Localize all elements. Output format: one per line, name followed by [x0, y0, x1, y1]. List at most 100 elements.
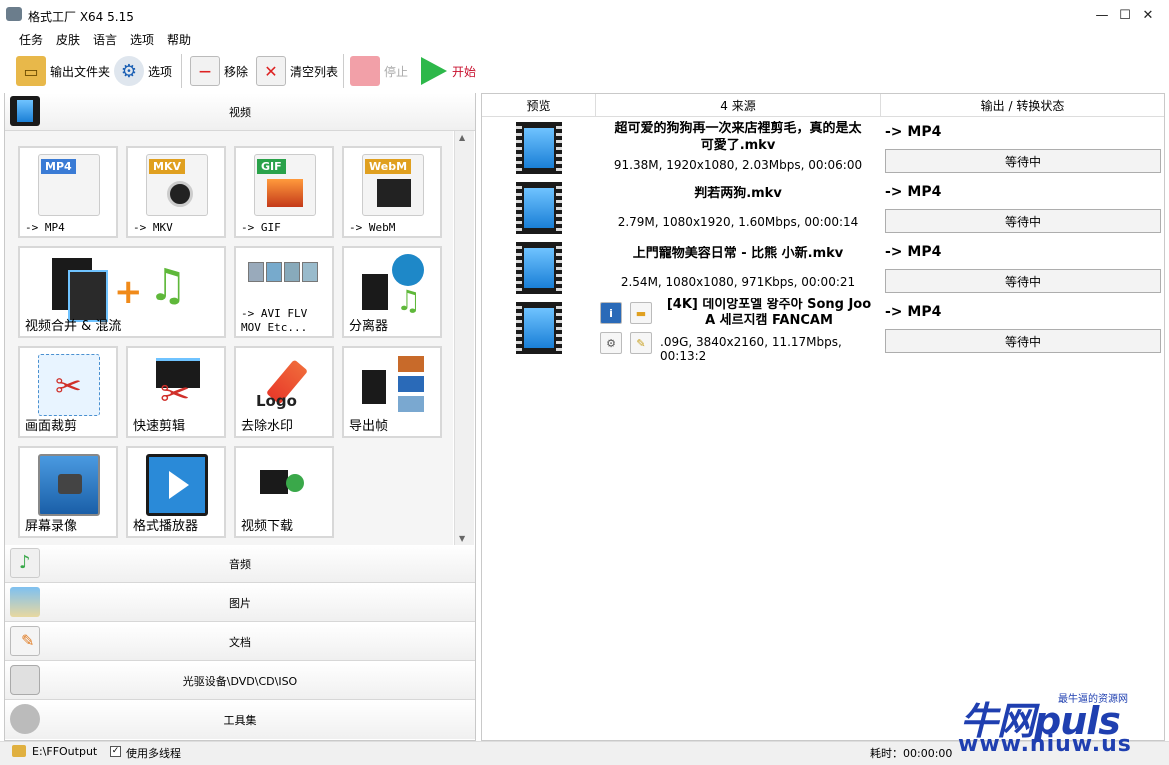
watermark-url: www.niuw.us: [958, 732, 1132, 757]
category-image[interactable]: 图片: [5, 584, 475, 622]
download-icon: [260, 470, 308, 498]
category-disc[interactable]: 光驱设备\DVD\CD\ISO: [5, 662, 475, 700]
category-video-header[interactable]: 视频: [5, 93, 475, 131]
multithread-label: 使用多线程: [126, 747, 181, 760]
film-reel-icon: [10, 704, 40, 734]
tile-crop-label: 画面裁剪: [25, 419, 78, 434]
close-button[interactable]: ✕: [1125, 0, 1169, 30]
tile-other-formats-label2: MOV Etc...: [241, 321, 308, 334]
clear-icon: ✕: [256, 56, 286, 86]
output-path[interactable]: E:\FFOutput: [32, 745, 97, 758]
output-folder-label: 输出文件夹: [50, 64, 111, 79]
file-name: 超可爱的狗狗再一次来店裡剪毛，真的是太: [614, 121, 862, 136]
tile-to-webm[interactable]: WebM -> WebM: [342, 146, 442, 238]
watermark-tagline: 最牛逼的资源网: [1058, 694, 1128, 705]
tile-screen-record-label: 屏幕录像: [25, 519, 78, 534]
tile-video-download[interactable]: 视频下载: [234, 446, 334, 538]
status-button[interactable]: 等待中: [885, 329, 1161, 353]
output-format: -> MP4: [885, 244, 942, 260]
picture-icon: [10, 587, 40, 617]
tile-other-formats[interactable]: -> AVI FLV MOV Etc...: [234, 246, 334, 338]
tile-to-gif-label: -> GIF: [241, 221, 281, 234]
output-folder-button[interactable]: ▭ 输出文件夹: [16, 54, 110, 88]
clear-list-button[interactable]: ✕ 清空列表: [256, 54, 338, 88]
disc-drive-icon: [10, 665, 40, 695]
category-toolbox-label: 工具集: [223, 714, 257, 727]
formats-icon: [248, 262, 322, 288]
tile-video-download-label: 视频下载: [241, 519, 294, 534]
tile-player[interactable]: 格式播放器: [126, 446, 226, 538]
tile-to-mp4-label: -> MP4: [25, 221, 65, 234]
menu-options[interactable]: 选项: [130, 31, 154, 48]
tile-remove-watermark[interactable]: Logo 去除水印: [234, 346, 334, 438]
open-folder-icon[interactable]: ▬: [630, 302, 652, 324]
player-icon: [146, 454, 208, 516]
gif-badge: GIF: [257, 159, 286, 174]
scroll-up-icon[interactable]: ▲: [459, 133, 465, 142]
tile-export-frames[interactable]: 导出帧: [342, 346, 442, 438]
start-button[interactable]: 开始: [418, 54, 476, 88]
film-icon: [10, 96, 40, 126]
status-button[interactable]: 等待中: [885, 209, 1161, 233]
output-format: -> MP4: [885, 184, 942, 200]
column-preview[interactable]: 预览: [482, 94, 596, 117]
gif-file-icon: GIF: [254, 154, 316, 216]
tile-to-mkv[interactable]: MKV -> MKV: [126, 146, 226, 238]
remove-button[interactable]: — 移除: [190, 54, 248, 88]
output-format: -> MP4: [885, 124, 942, 140]
tile-to-gif[interactable]: GIF -> GIF: [234, 146, 334, 238]
file-thumbnail: [516, 182, 562, 234]
column-output-status[interactable]: 输出 / 转换状态: [881, 94, 1164, 117]
tile-screen-record[interactable]: 屏幕录像: [18, 446, 118, 538]
tile-crop[interactable]: ✂ 画面裁剪: [18, 346, 118, 438]
screen-record-icon: [38, 454, 100, 516]
category-document[interactable]: ✎ 文档: [5, 623, 475, 661]
tile-quick-cut[interactable]: ✂ 快速剪辑: [126, 346, 226, 438]
play-icon: [421, 57, 447, 85]
menu-language[interactable]: 语言: [93, 31, 117, 48]
app-icon: [6, 7, 22, 21]
output-format: -> MP4: [885, 304, 942, 320]
logo-text: Logo: [256, 392, 297, 410]
edit-icon[interactable]: ✎: [630, 332, 652, 354]
mkv-badge: MKV: [149, 159, 185, 174]
category-disc-label: 光驱设备\DVD\CD\ISO: [182, 674, 298, 688]
tiles-scrollbar[interactable]: ▲ ▼: [454, 131, 474, 545]
tile-export-frames-label: 导出帧: [349, 419, 389, 434]
tile-splitter[interactable]: ♫ 分离器: [342, 246, 442, 338]
document-icon: ✎: [10, 626, 40, 656]
folder-icon: ▭: [16, 56, 46, 86]
tile-video-merge[interactable]: + ♫ 视频合并 & 混流: [18, 246, 226, 338]
menu-skin[interactable]: 皮肤: [56, 31, 80, 48]
mkv-file-icon: MKV: [146, 154, 208, 216]
status-button[interactable]: 等待中: [885, 149, 1161, 173]
file-thumbnail: [516, 242, 562, 294]
category-audio[interactable]: ♪ 音频: [5, 545, 475, 583]
file-name-line2: 可愛了.mkv: [700, 138, 776, 152]
scroll-down-icon[interactable]: ▼: [459, 534, 465, 543]
tile-remove-watermark-label: 去除水印: [241, 419, 294, 434]
start-label: 开始: [452, 64, 477, 79]
mp4-file-icon: MP4: [38, 154, 100, 216]
tile-other-formats-label: -> AVI FLV: [241, 307, 308, 320]
file-info: 2.79M, 1080x1920, 1.60Mbps, 00:00:14: [617, 215, 859, 229]
category-toolbox[interactable]: 工具集: [5, 701, 475, 739]
menu-task[interactable]: 任务: [19, 31, 43, 48]
settings-icon[interactable]: ⚙: [600, 332, 622, 354]
options-button[interactable]: ⚙ 选项: [114, 54, 172, 88]
file-info: 91.38M, 1920x1080, 2.03Mbps, 00:06:00: [613, 158, 863, 172]
stop-icon: [350, 56, 380, 86]
webm-badge: WebM: [365, 159, 412, 174]
file-name-line2: A 세르지캠 FANCAM: [705, 313, 833, 325]
mp4-badge: MP4: [41, 159, 76, 174]
options-label: 选项: [148, 64, 173, 79]
tile-to-mp4[interactable]: MP4 -> MP4: [18, 146, 118, 238]
gear-icon: ⚙: [114, 56, 144, 86]
info-icon[interactable]: i: [600, 302, 622, 324]
column-source[interactable]: 4 来源: [596, 94, 881, 117]
folder-icon: [12, 745, 26, 757]
multithread-checkbox[interactable]: ✓: [110, 746, 121, 757]
menu-help[interactable]: 帮助: [167, 31, 191, 48]
status-button[interactable]: 等待中: [885, 269, 1161, 293]
stop-button[interactable]: 停止: [350, 54, 408, 88]
